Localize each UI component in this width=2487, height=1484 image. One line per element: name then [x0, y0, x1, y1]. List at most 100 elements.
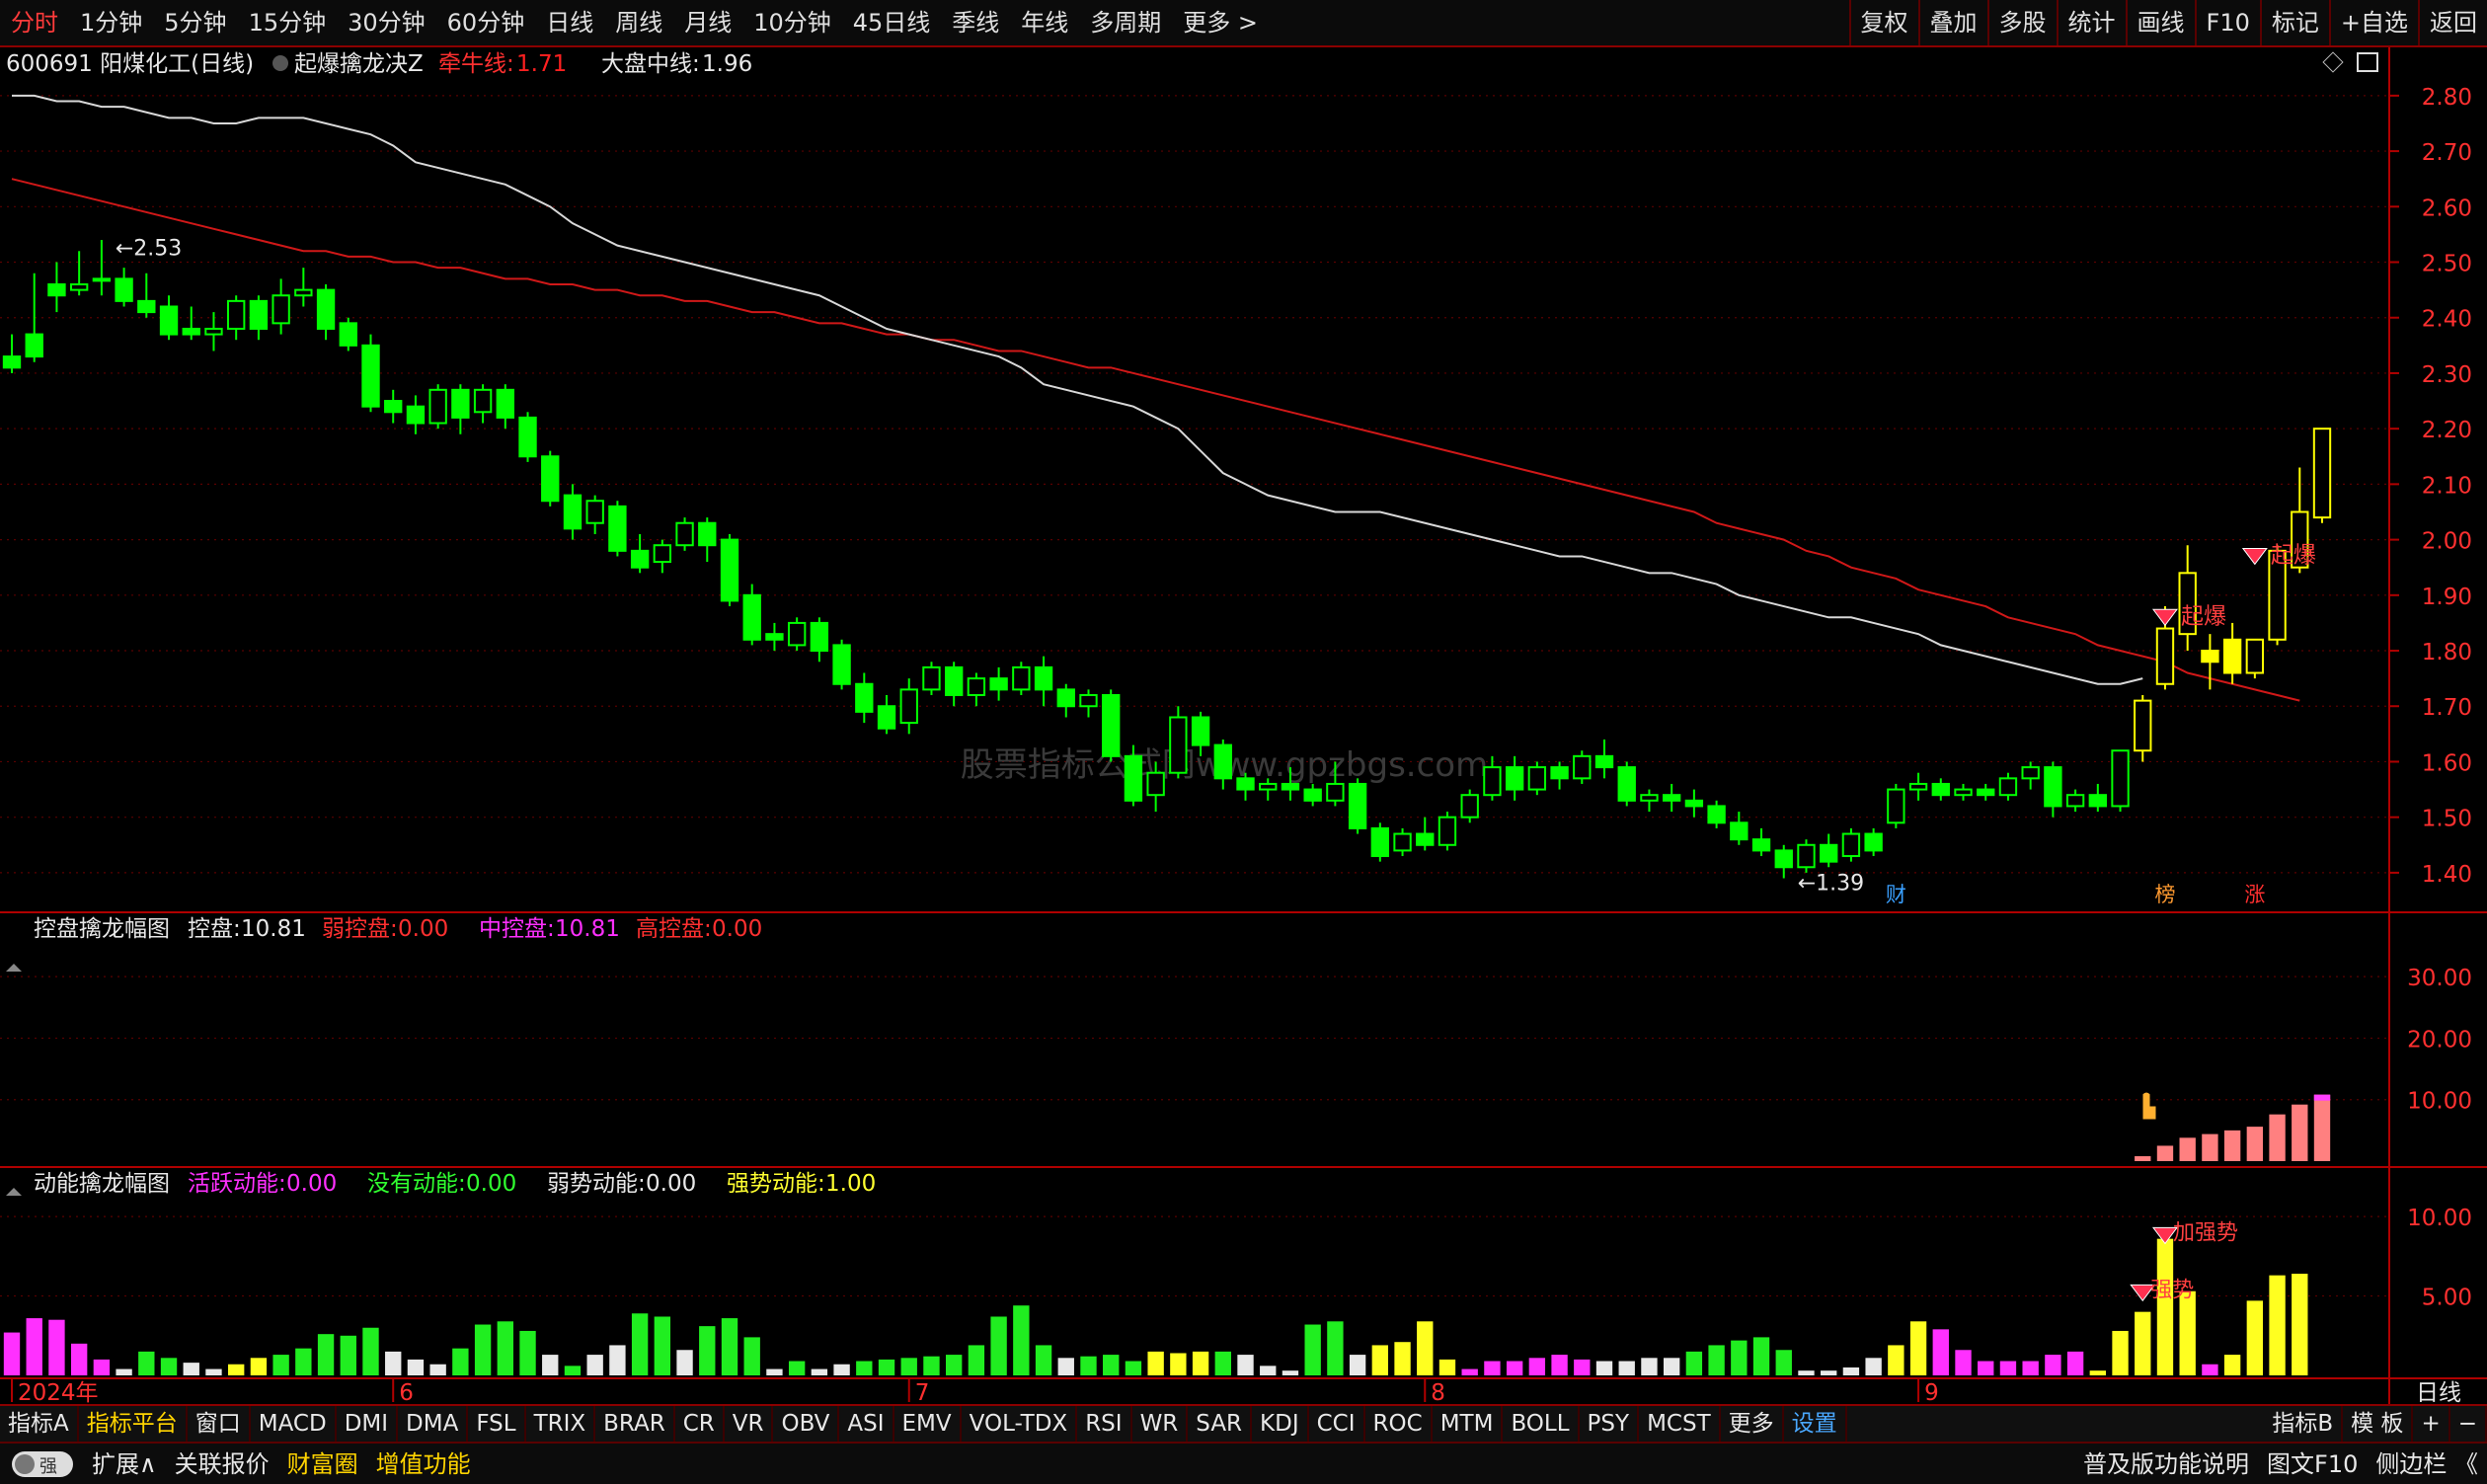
candle-body-30[interactable]: [675, 521, 694, 547]
indicator-tab-18[interactable]: KDJ: [1252, 1406, 1309, 1442]
candle-body-87[interactable]: [1954, 788, 1973, 797]
indicator-tab-12[interactable]: ASI: [839, 1406, 894, 1442]
indicator-right-1[interactable]: 模 板: [2343, 1406, 2414, 1442]
candle-body-16[interactable]: [361, 344, 380, 408]
candle-body-51[interactable]: [1146, 771, 1165, 797]
period-tab-7[interactable]: 周线: [604, 0, 673, 45]
indicator-tab-24[interactable]: MCST: [1639, 1406, 1721, 1442]
candle-body-81[interactable]: [1820, 843, 1838, 863]
candle-body-69[interactable]: [1550, 766, 1569, 780]
candle-body-58[interactable]: [1303, 788, 1322, 802]
candle-body-84[interactable]: [1887, 788, 1905, 824]
candle-body-15[interactable]: [339, 322, 357, 347]
candle-body-38[interactable]: [855, 682, 874, 713]
candle-body-65[interactable]: [1460, 794, 1479, 819]
candle-body-8[interactable]: [182, 327, 200, 336]
indicator-tab-1[interactable]: 指标平台: [79, 1406, 188, 1442]
toolbar-button-4[interactable]: 画线: [2125, 0, 2195, 45]
candle-body-19[interactable]: [428, 388, 447, 425]
candle-body-6[interactable]: [137, 299, 156, 314]
window-toggle-icon[interactable]: [2357, 52, 2378, 72]
candle-body-53[interactable]: [1191, 716, 1210, 746]
candle-body-48[interactable]: [1079, 694, 1098, 708]
candle-body-77[interactable]: [1730, 821, 1749, 841]
candle-body-73[interactable]: [1640, 794, 1659, 802]
candle-body-45[interactable]: [1012, 665, 1031, 691]
candle-body-0[interactable]: [2, 355, 22, 369]
candle-body-50[interactable]: [1124, 754, 1143, 802]
indicator-tab-22[interactable]: BOLL: [1503, 1406, 1580, 1442]
period-tab-12[interactable]: 年线: [1010, 0, 1079, 45]
candle-body-79[interactable]: [1774, 849, 1793, 869]
bottom-left-1[interactable]: 关联报价: [166, 1445, 278, 1484]
candle-body-20[interactable]: [451, 388, 470, 419]
indicator-tab-21[interactable]: MTM: [1433, 1406, 1504, 1442]
candle-body-3[interactable]: [69, 283, 89, 291]
indicator-tab-5[interactable]: DMA: [398, 1406, 469, 1442]
candle-body-40[interactable]: [899, 688, 918, 725]
candle-body-67[interactable]: [1505, 766, 1524, 791]
main-indicator-chevron-icon[interactable]: [272, 55, 288, 71]
period-tab-2[interactable]: 5分钟: [153, 0, 237, 45]
bottom-left-0[interactable]: 扩展∧: [83, 1445, 166, 1484]
toolbar-button-3[interactable]: 统计: [2056, 0, 2126, 45]
period-tab-3[interactable]: 15分钟: [238, 0, 338, 45]
indicator-right-3[interactable]: −: [2450, 1406, 2487, 1442]
candle-body-61[interactable]: [1370, 826, 1390, 858]
candle-body-32[interactable]: [720, 538, 739, 602]
candle-body-89[interactable]: [1998, 777, 2018, 797]
candle-body-7[interactable]: [159, 305, 179, 336]
period-tab-0[interactable]: 分时: [0, 0, 69, 45]
indicator-tab-23[interactable]: PSY: [1580, 1406, 1640, 1442]
candle-body-68[interactable]: [1527, 766, 1547, 791]
candle-body-66[interactable]: [1483, 766, 1502, 797]
kp-chevron-icon[interactable]: [6, 964, 22, 972]
indicator-tab-14[interactable]: VOL-TDX: [962, 1406, 1078, 1442]
indicator-tab-19[interactable]: CCI: [1309, 1406, 1365, 1442]
candle-body-24[interactable]: [541, 455, 560, 503]
indicator-tab-0[interactable]: 指标A: [0, 1406, 79, 1442]
candle-body-1[interactable]: [25, 333, 43, 358]
indicator-tab-6[interactable]: FSL: [468, 1406, 526, 1442]
period-tab-8[interactable]: 月线: [673, 0, 742, 45]
candle-body-23[interactable]: [518, 416, 537, 458]
candle-body-37[interactable]: [832, 644, 851, 685]
indicator-tab-25[interactable]: 更多: [1721, 1406, 1784, 1442]
candle-body-11[interactable]: [249, 299, 269, 330]
candle-body-17[interactable]: [384, 400, 403, 414]
candle-body-93[interactable]: [2088, 794, 2107, 808]
candle-body-86[interactable]: [1931, 782, 1950, 797]
candle-body-43[interactable]: [967, 677, 986, 696]
indicator-tab-13[interactable]: EMV: [894, 1406, 962, 1442]
candle-body-34[interactable]: [765, 633, 784, 641]
candle-body-99[interactable]: [2222, 638, 2242, 674]
candle-body-72[interactable]: [1617, 766, 1636, 802]
candle-body-35[interactable]: [787, 621, 807, 647]
candle-body-39[interactable]: [877, 705, 896, 730]
indicator-tab-2[interactable]: 窗口: [188, 1406, 251, 1442]
indicator-tab-8[interactable]: BRAR: [595, 1406, 675, 1442]
candle-body-14[interactable]: [316, 288, 336, 330]
period-tab-14[interactable]: 更多 >: [1172, 0, 1269, 45]
candle-body-64[interactable]: [1438, 816, 1457, 846]
dn-chevron-icon[interactable]: [6, 1188, 22, 1196]
candle-body-74[interactable]: [1662, 794, 1681, 802]
candle-body-47[interactable]: [1056, 688, 1075, 708]
toolbar-button-5[interactable]: F10: [2194, 0, 2260, 45]
candle-body-92[interactable]: [2065, 794, 2085, 808]
candle-body-36[interactable]: [810, 621, 829, 653]
candle-body-76[interactable]: [1707, 805, 1726, 824]
candle-body-18[interactable]: [406, 405, 426, 425]
candle-body-52[interactable]: [1169, 716, 1188, 774]
candle-body-9[interactable]: [204, 327, 223, 336]
candle-body-63[interactable]: [1416, 832, 1435, 846]
candle-body-103[interactable]: [2312, 428, 2332, 519]
candle-body-56[interactable]: [1259, 782, 1278, 791]
candle-body-26[interactable]: [585, 500, 604, 524]
period-tab-10[interactable]: 45日线: [842, 0, 942, 45]
candle-body-42[interactable]: [944, 665, 964, 697]
candle-body-54[interactable]: [1213, 743, 1232, 780]
toolbar-button-8[interactable]: 返回: [2418, 0, 2487, 45]
period-tab-1[interactable]: 1分钟: [69, 0, 153, 45]
indicator-tab-17[interactable]: SAR: [1188, 1406, 1253, 1442]
